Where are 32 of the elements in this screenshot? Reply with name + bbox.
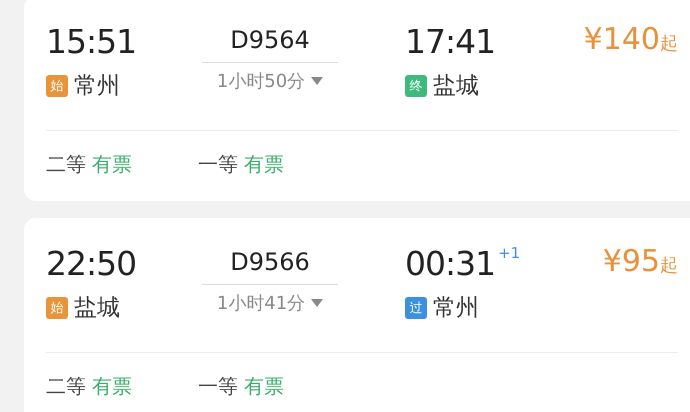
caret-icon <box>311 77 324 85</box>
seat-class: 一等 <box>198 373 238 400</box>
price-suffix: 起 <box>660 254 678 277</box>
arrival-station: 盐城 <box>433 72 479 101</box>
station-badge: 过 <box>405 296 427 318</box>
train-number: D9566 <box>230 247 310 278</box>
seat-class: 一等 <box>198 151 238 178</box>
station-badge: 始 <box>46 296 68 318</box>
departure-time: 22:50 <box>46 244 138 284</box>
train-card[interactable]: 15:51 始 常州 D9564 1小时50分 17:41 终 盐城 ¥140起 二等 有票 一等 有票 <box>24 0 690 201</box>
departure-station: 常州 <box>74 72 120 101</box>
availability: 有票 <box>92 373 132 400</box>
price: ¥95 <box>602 244 660 279</box>
station-badge: 终 <box>405 74 427 96</box>
duration-dropdown[interactable]: 1小时50分 <box>216 69 324 93</box>
departure-station: 盐城 <box>74 294 120 323</box>
station-badge: 始 <box>46 74 68 96</box>
availability: 有票 <box>92 151 132 178</box>
seat-class: 二等 <box>46 373 86 400</box>
caret-icon <box>311 299 324 307</box>
day-offset: +1 <box>498 244 520 262</box>
arrival-time: 00:31 <box>405 244 496 284</box>
duration-dropdown[interactable]: 1小时41分 <box>216 291 324 315</box>
availability: 有票 <box>244 151 284 178</box>
train-number: D9564 <box>230 25 310 56</box>
availability: 有票 <box>244 373 284 400</box>
price-suffix: 起 <box>660 32 678 55</box>
price: ¥140 <box>584 22 660 57</box>
arrival-station: 常州 <box>433 294 479 323</box>
arrival-time: 17:41 <box>405 22 496 62</box>
seat-class: 二等 <box>46 151 86 178</box>
departure-time: 15:51 <box>46 22 138 62</box>
